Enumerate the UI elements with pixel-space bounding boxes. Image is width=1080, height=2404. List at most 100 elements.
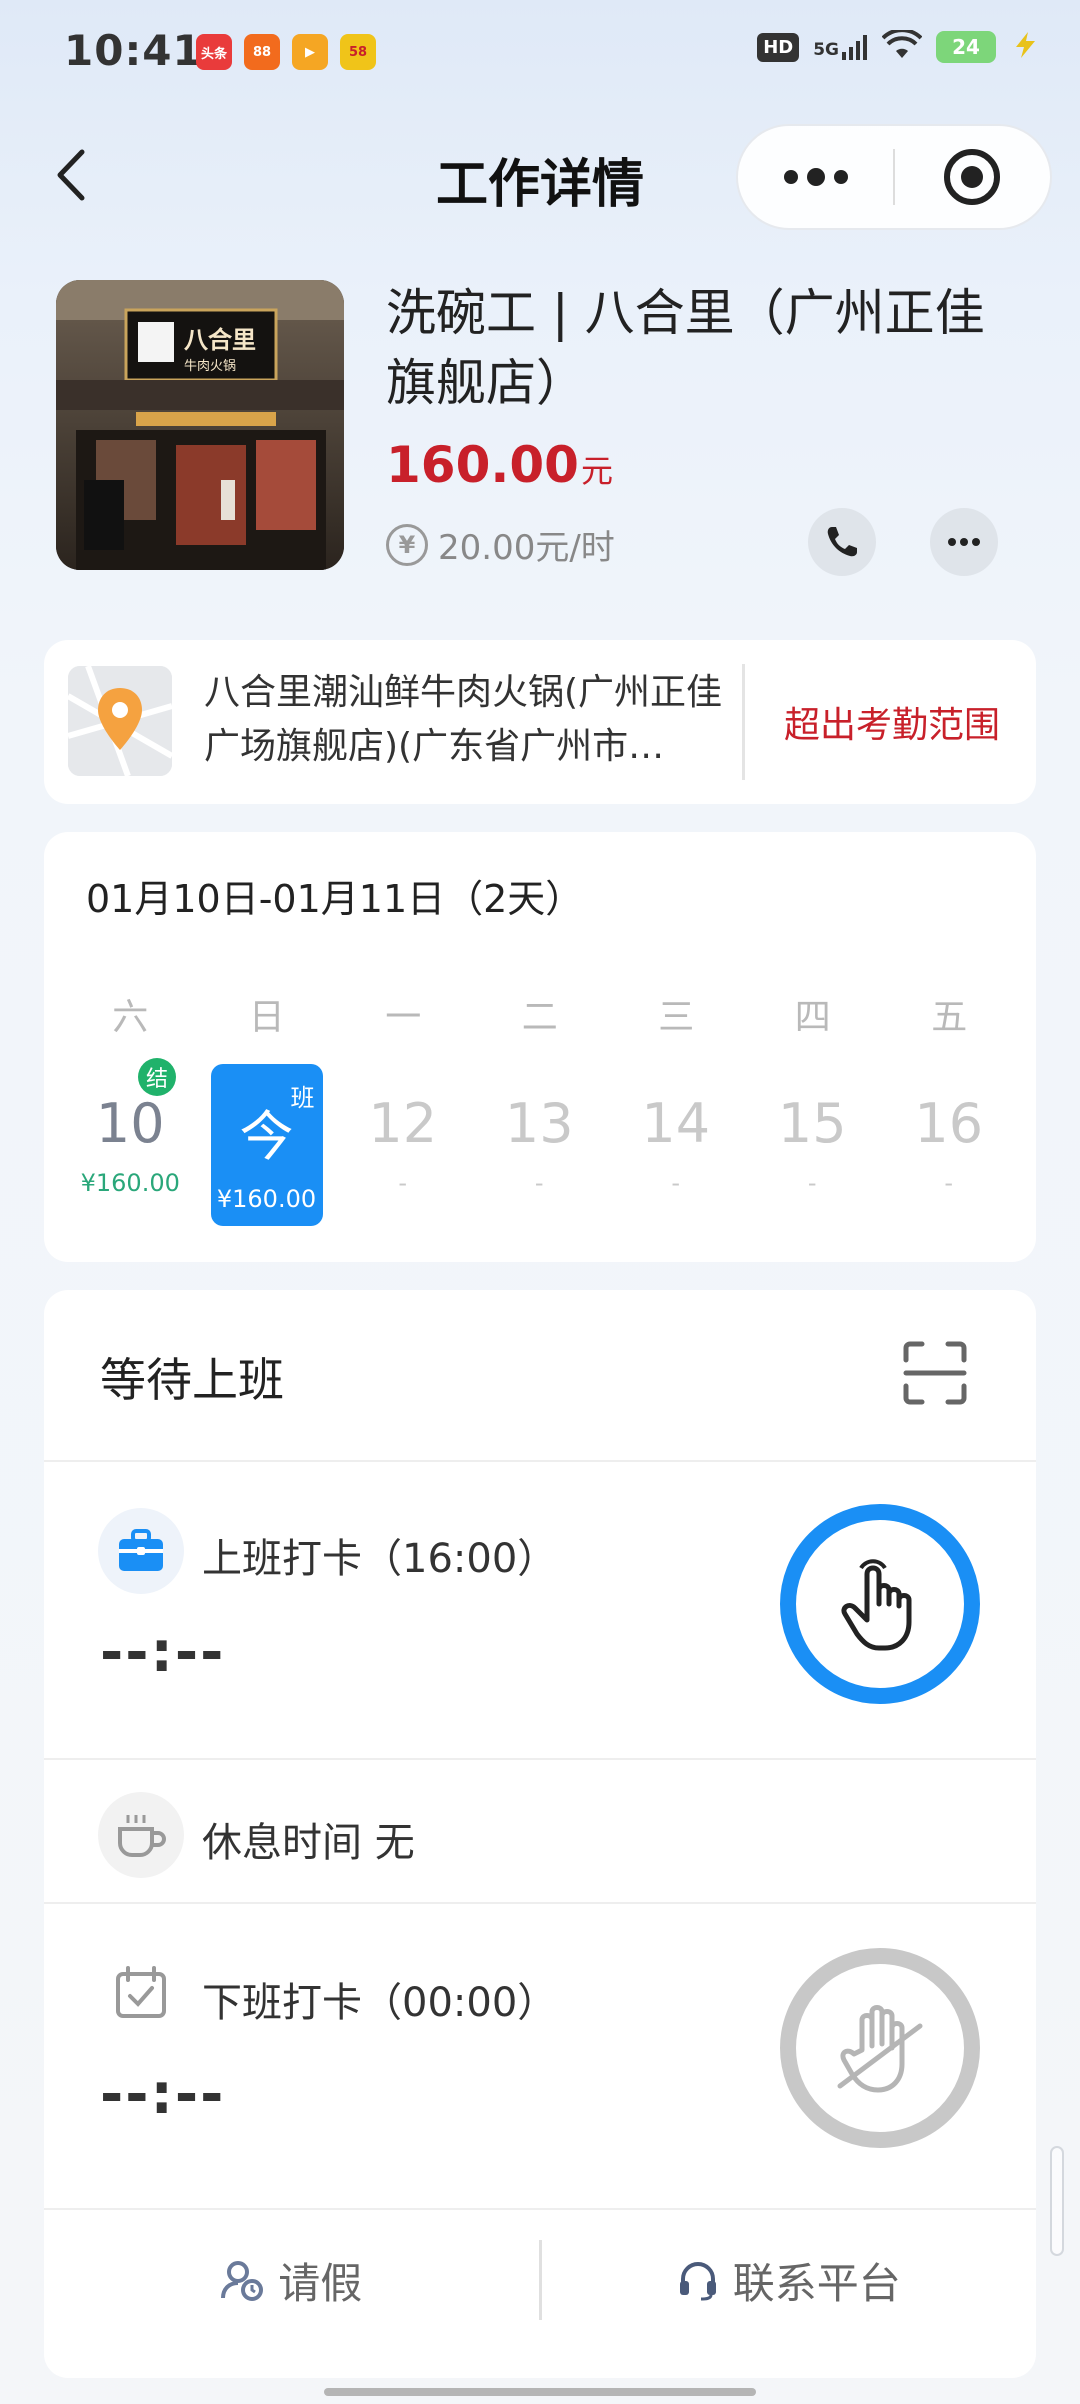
call-button[interactable] xyxy=(808,508,876,576)
weekday-header: 六 日 一 二 三 四 五 xyxy=(62,988,1018,1040)
leave-label: 请假 xyxy=(278,2258,363,2308)
svg-text:八合里: 八合里 xyxy=(184,326,256,354)
weekday-label: 三 xyxy=(658,997,695,1038)
divider xyxy=(44,1758,1036,1760)
day-number: 13 xyxy=(504,1092,574,1155)
calendar-check-icon xyxy=(116,1966,166,2018)
chevron-left-icon xyxy=(57,149,85,201)
settled-badge: 结 xyxy=(138,1058,176,1096)
battery-icon: 24 xyxy=(936,31,996,63)
break-time-label: 休息时间 无 xyxy=(202,1820,415,1866)
clock-in-button[interactable] xyxy=(780,1504,980,1704)
divider xyxy=(44,1460,1036,1462)
wifi-icon xyxy=(881,28,923,64)
leave-button[interactable]: 请假 xyxy=(44,2250,539,2311)
job-title: 洗碗工 | 八合里（广州正佳旗舰店） xyxy=(386,284,985,412)
day-number: 15 xyxy=(777,1092,847,1155)
scan-button[interactable] xyxy=(902,1340,968,1406)
calendar-day-today[interactable]: 班 今 ¥160.00 xyxy=(210,1064,323,1226)
chat-bubble-icon xyxy=(948,538,980,546)
date-range: 01月10日-01月11日（2天） xyxy=(86,877,584,921)
day-pay: - xyxy=(398,1169,408,1197)
briefcase-icon-wrap xyxy=(98,1508,184,1594)
day-number: 16 xyxy=(914,1092,984,1155)
target-close-icon xyxy=(944,149,1001,205)
weekday-label: 日 xyxy=(248,997,285,1038)
days-row: 结 10 ¥160.00 班 今 ¥160.00 12 - 13 - 14 - … xyxy=(62,1058,1018,1226)
calendar-day[interactable]: 12 - xyxy=(335,1064,472,1226)
clock-out-button[interactable] xyxy=(780,1948,980,2148)
day-number: 12 xyxy=(368,1092,438,1155)
shift-tag: 班 xyxy=(290,1084,315,1112)
salary-amount: 160.00 xyxy=(386,436,579,494)
svg-text:牛肉火锅: 牛肉火锅 xyxy=(184,358,236,374)
tap-hand-icon xyxy=(841,1559,912,1651)
day-number: 10 xyxy=(95,1092,165,1155)
day-number: 14 xyxy=(641,1092,711,1155)
weekday-label: 五 xyxy=(931,997,968,1038)
map-thumbnail xyxy=(68,666,172,776)
clock-in-label: 上班打卡（16:00） xyxy=(202,1536,558,1582)
back-button[interactable] xyxy=(40,140,100,210)
attendance-range-status: 超出考勤范围 xyxy=(783,705,1000,746)
day-pay: ¥160.00 xyxy=(216,1185,317,1213)
hourly-rate: 20.00元/时 xyxy=(438,528,615,568)
58-app-icon: 58 xyxy=(340,34,376,70)
day-pay: - xyxy=(671,1169,681,1197)
store-photo[interactable]: 八合里 牛肉火锅 xyxy=(56,280,344,570)
contact-platform-label: 联系平台 xyxy=(732,2258,901,2308)
location-address: 八合里潮汕鲜牛肉火锅(广州正佳广场旗舰店)(广东省广州市… xyxy=(204,672,723,767)
weekday-label: 二 xyxy=(521,997,558,1038)
coffee-cup-icon xyxy=(118,1815,166,1857)
attendance-card: 等待上班 上班打卡（16:00） --:-- 休息时间 无 下班打卡（00:00… xyxy=(44,1290,1036,2378)
location-card[interactable]: 八合里潮汕鲜牛肉火锅(广州正佳广场旗舰店)(广东省广州市… 超出考勤范围 xyxy=(44,640,1036,804)
salary: 160.00 元 xyxy=(386,436,613,494)
hand-disabled-icon xyxy=(837,2005,923,2093)
day-number: 今 xyxy=(239,1105,294,1168)
bottom-actions: 请假 联系平台 xyxy=(44,2210,1036,2350)
calendar-day[interactable]: 16 - xyxy=(881,1064,1018,1226)
yen-icon: ¥ xyxy=(386,523,428,566)
toutiao-app-icon: 头条 xyxy=(196,34,232,70)
calendar-day[interactable]: 结 10 ¥160.00 xyxy=(62,1058,199,1226)
clock-out-label: 下班打卡（00:00） xyxy=(202,1980,558,2026)
close-miniapp-button[interactable] xyxy=(895,126,1050,228)
status-app-icons: 头条 88 ▶ 58 xyxy=(196,34,376,70)
scrollbar[interactable] xyxy=(1050,2146,1064,2256)
signal-icon: 5G xyxy=(813,34,868,60)
day-pay: ¥160.00 xyxy=(80,1169,180,1197)
status-time: 10:41 xyxy=(64,26,203,75)
headset-icon xyxy=(679,2262,716,2301)
app-orange-icon: 88 xyxy=(244,34,280,70)
more-button[interactable] xyxy=(738,126,893,228)
calendar-day[interactable]: 14 - xyxy=(608,1064,745,1226)
day-pay: - xyxy=(944,1169,954,1197)
calendar-day[interactable]: 13 - xyxy=(471,1064,608,1226)
calendar-day[interactable]: 15 - xyxy=(744,1064,881,1226)
contact-platform-button[interactable]: 联系平台 xyxy=(542,2250,1037,2311)
more-dots-icon xyxy=(783,168,848,186)
status-indicators: HD 5G 24 xyxy=(757,28,1040,64)
briefcase-icon xyxy=(119,1529,163,1571)
home-indicator[interactable] xyxy=(324,2388,756,2396)
salary-unit: 元 xyxy=(580,452,613,490)
leave-person-icon xyxy=(221,2261,264,2301)
scan-icon xyxy=(903,1341,967,1405)
miniapp-capsule xyxy=(736,124,1052,230)
coffee-icon-wrap xyxy=(98,1792,184,1878)
charging-icon xyxy=(1010,30,1040,64)
weekday-label: 一 xyxy=(385,997,422,1038)
message-button[interactable] xyxy=(930,508,998,576)
hourly-rate-row: ¥ 20.00元/时 xyxy=(386,520,615,569)
weekday-label: 四 xyxy=(794,997,831,1038)
divider xyxy=(44,1902,1036,1904)
attendance-status-title: 等待上班 xyxy=(100,1353,284,1407)
schedule-card: 01月10日-01月11日（2天） 六 日 一 二 三 四 五 结 10 ¥16… xyxy=(44,832,1036,1262)
video-app-icon: ▶ xyxy=(292,34,328,70)
location-divider xyxy=(742,664,745,780)
calendar-check-icon-wrap xyxy=(98,1950,184,2036)
day-pay: - xyxy=(807,1169,817,1197)
clock-out-time: --:-- xyxy=(100,2062,226,2127)
phone-icon xyxy=(827,527,857,557)
clock-in-time: --:-- xyxy=(100,1620,226,1685)
